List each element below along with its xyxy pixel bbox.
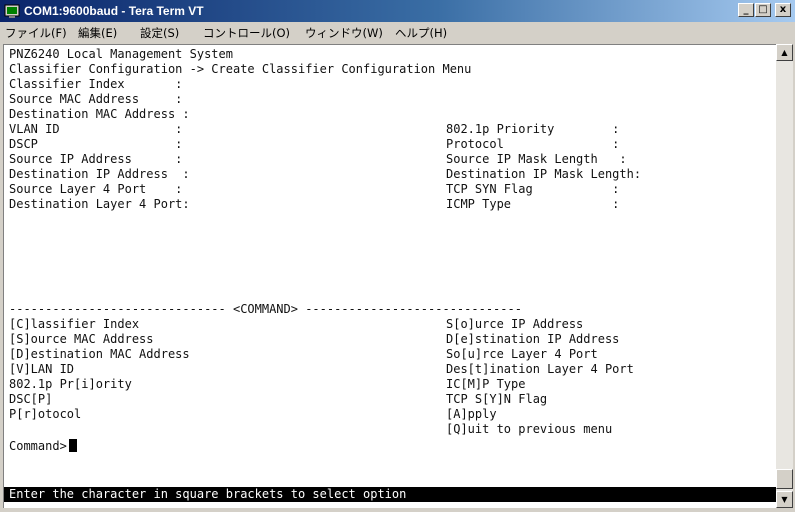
command-8021p-priority: 802.1p Pr[i]ority (9, 377, 132, 391)
terminal-screen[interactable]: PNZ6240 Local Management System Classifi… (3, 44, 776, 508)
field-destination-mac: Destination MAC Address : (9, 107, 190, 121)
command-vlan-id: [V]LAN ID (9, 362, 75, 376)
menu-help[interactable]: ヘルプ(H) (395, 25, 447, 41)
command-destination-mac: [D]estination MAC Address (9, 347, 190, 361)
tera-term-window: COM1:9600baud - Tera Term VT _ □ x ファイル(… (0, 0, 795, 512)
field-source-l4-port: Source Layer 4 Port : (9, 182, 183, 196)
command-source-l4-port: So[u]rce Layer 4 Port (446, 347, 598, 361)
field-destination-ip-mask: Destination IP Mask Length: (446, 167, 642, 181)
command-source-ip: S[o]urce IP Address (446, 317, 584, 331)
command-protocol: P[r]otocol (9, 407, 82, 421)
close-button[interactable]: x (775, 3, 791, 17)
maximize-button[interactable]: □ (755, 3, 771, 17)
scroll-up-arrow-icon[interactable]: ▲ (776, 44, 793, 61)
minimize-button[interactable]: _ (738, 3, 754, 17)
menu-window[interactable]: ウィンドウ(W) (305, 25, 383, 41)
command-dscp: DSC[P] (9, 392, 53, 406)
field-protocol: Protocol : (446, 137, 620, 151)
text-cursor (68, 439, 77, 452)
field-source-ip: Source IP Address : (9, 152, 183, 166)
field-destination-ip: Destination IP Address : (9, 167, 190, 181)
terminal-header-line: Classifier Configuration -> Create Class… (9, 62, 472, 76)
field-tcp-syn-flag: TCP SYN Flag : (446, 182, 620, 196)
status-message: Enter the character in square brackets t… (4, 487, 776, 502)
scrollbar-thumb[interactable] (776, 469, 793, 489)
terminal-header-line: PNZ6240 Local Management System (9, 47, 233, 61)
vertical-scrollbar[interactable]: ▲ ▼ (776, 44, 793, 508)
menu-control[interactable]: コントロール(O) (203, 25, 290, 41)
command-destination-ip: D[e]stination IP Address (446, 332, 620, 346)
window-title: COM1:9600baud - Tera Term VT (24, 4, 204, 18)
command-destination-l4-port: Des[t]ination Layer 4 Port (446, 362, 634, 376)
command-icmp-type: IC[M]P Type (446, 377, 526, 391)
scroll-down-arrow-icon[interactable]: ▼ (776, 491, 793, 508)
menu-bar: ファイル(F) 編集(E) 設定(S) コントロール(O) ウィンドウ(W) ヘ… (0, 22, 795, 42)
command-apply: [A]pply (446, 407, 497, 421)
menu-setup[interactable]: 設定(S) (140, 25, 179, 41)
field-dscp: DSCP : (9, 137, 183, 151)
command-prompt-line[interactable]: Command> (9, 439, 77, 454)
field-vlan-id: VLAN ID : (9, 122, 183, 136)
menu-file[interactable]: ファイル(F) (5, 25, 67, 41)
title-bar[interactable]: COM1:9600baud - Tera Term VT _ □ x (0, 0, 795, 22)
field-destination-l4-port: Destination Layer 4 Port: (9, 197, 190, 211)
field-classifier-index: Classifier Index : (9, 77, 183, 91)
command-prompt: Command> (9, 439, 67, 453)
command-source-mac: [S]ource MAC Address (9, 332, 154, 346)
command-classifier-index: [C]lassifier Index (9, 317, 140, 331)
field-8021p-priority: 802.1p Priority : (446, 122, 620, 136)
command-divider: ------------------------------ <COMMAND>… (9, 302, 522, 316)
field-icmp-type: ICMP Type : (446, 197, 620, 211)
field-source-mac: Source MAC Address : (9, 92, 183, 106)
command-quit: [Q]uit to previous menu (446, 422, 613, 436)
command-tcp-syn-flag: TCP S[Y]N Flag (446, 392, 548, 406)
field-source-ip-mask: Source IP Mask Length : (446, 152, 627, 166)
tera-term-app-icon (4, 4, 20, 18)
menu-edit[interactable]: 編集(E) (78, 25, 117, 41)
